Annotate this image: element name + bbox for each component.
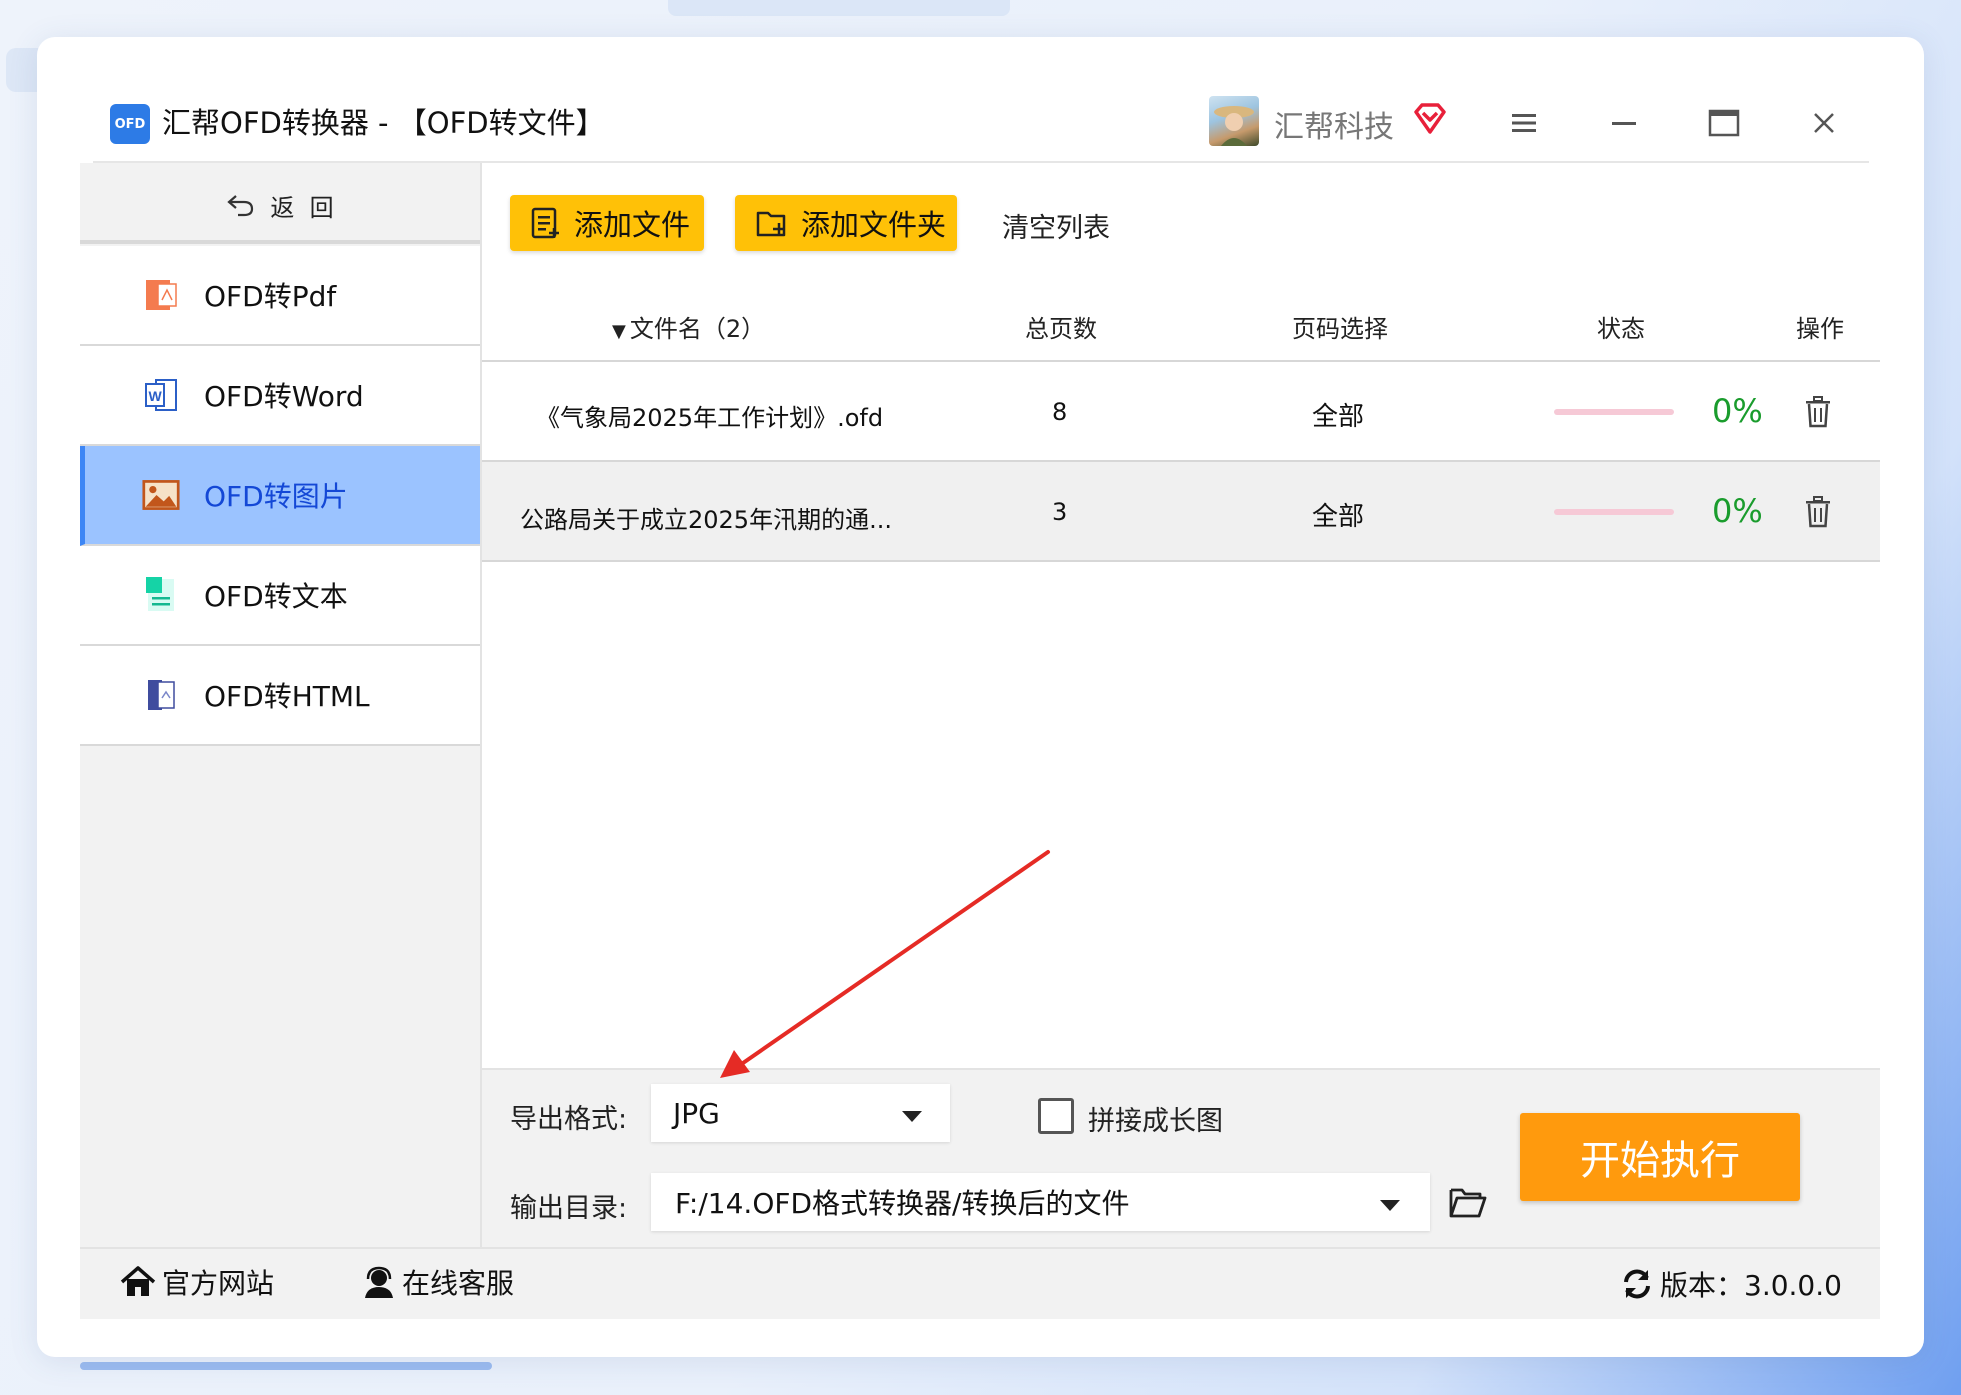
progress-percent: 0% (1712, 492, 1763, 530)
page-count: 3 (1052, 498, 1068, 526)
window-title: 汇帮OFD转换器 - 【OFD转文件】 (162, 106, 605, 140)
svg-text:W: W (149, 388, 163, 404)
close-icon[interactable] (1799, 98, 1849, 148)
chevron-down-icon (902, 1097, 922, 1130)
start-button[interactable]: 开始执行 (1520, 1113, 1800, 1201)
background-bar (668, 0, 1010, 16)
page-count: 8 (1052, 398, 1068, 426)
vip-diamond-icon[interactable] (1410, 100, 1450, 140)
file-name: 《气象局2025年工作计划》.ofd (536, 404, 884, 432)
official-website-link[interactable]: 官方网站 (120, 1262, 274, 1302)
back-label: 返 回 (270, 193, 334, 222)
sidebar-item-label: OFD转图片 (204, 480, 348, 513)
format-select[interactable]: JPG (651, 1084, 950, 1142)
format-label: 导出格式: (510, 1104, 628, 1135)
avatar[interactable] (1209, 96, 1259, 146)
column-header-page-select: 页码选择 (1292, 315, 1388, 343)
stitch-label: 拼接成长图 (1088, 1106, 1223, 1137)
online-support-link[interactable]: 在线客服 (362, 1262, 514, 1302)
home-icon (120, 1266, 156, 1296)
sidebar-divider (80, 240, 480, 244)
delete-icon[interactable] (1804, 396, 1832, 432)
back-arrow-icon (227, 195, 254, 217)
output-dir-label: 输出目录: (510, 1193, 628, 1224)
progress-bar (1554, 409, 1674, 415)
image-icon (142, 476, 180, 514)
open-folder-icon[interactable] (1448, 1184, 1488, 1224)
word-file-icon: W (142, 376, 180, 414)
minimize-icon[interactable] (1599, 98, 1649, 148)
clear-list-button[interactable]: 清空列表 (1002, 206, 1110, 245)
app-logo-icon: OFD (110, 104, 150, 144)
add-folder-button[interactable]: 添加文件夹 (735, 195, 957, 251)
sidebar-item-ofd-to-pdf[interactable]: OFD转Pdf (80, 246, 480, 346)
sidebar-item-ofd-to-text[interactable]: OFD转文本 (80, 546, 480, 646)
sidebar-item-ofd-to-html[interactable]: OFD转HTML (80, 646, 480, 746)
online-support-label: 在线客服 (402, 1267, 515, 1300)
pdf-file-icon (142, 276, 180, 314)
background-bar (80, 1362, 492, 1370)
maximize-icon[interactable] (1699, 98, 1749, 148)
html-file-icon (142, 676, 180, 714)
progress-percent: 0% (1712, 392, 1763, 430)
file-name: 公路局关于成立2025年汛期的通... (520, 506, 892, 534)
headset-icon (365, 1266, 393, 1298)
version-label: 版本：3.0.0.0 (1660, 1269, 1842, 1302)
delete-icon[interactable] (1804, 496, 1832, 532)
text-file-icon (142, 576, 180, 614)
page-select[interactable]: 全部 (1312, 496, 1364, 533)
output-dir-select[interactable]: F:/14.OFD格式转换器/转换后的文件 (651, 1173, 1430, 1231)
output-dir-value: F:/14.OFD格式转换器/转换后的文件 (675, 1187, 1130, 1220)
version-info: 版本：3.0.0.0 (1620, 1264, 1842, 1304)
add-file-button[interactable]: 添加文件 (510, 195, 704, 251)
column-header-pages: 总页数 (1025, 315, 1097, 343)
sidebar-item-ofd-to-word[interactable]: W OFD转Word (80, 346, 480, 446)
chevron-down-icon (1380, 1186, 1400, 1219)
user-name[interactable]: 汇帮科技 (1274, 102, 1394, 146)
column-header-actions: 操作 (1796, 315, 1844, 343)
sidebar-item-label: OFD转Word (204, 380, 364, 413)
column-header-filename[interactable]: ▼ 文件名（2） (612, 309, 765, 344)
page-select[interactable]: 全部 (1312, 396, 1364, 433)
back-button[interactable]: 返 回 (80, 170, 480, 240)
column-header-status: 状态 (1597, 315, 1645, 343)
format-value: JPG (673, 1096, 720, 1130)
add-folder-label: 添加文件夹 (801, 208, 947, 242)
menu-icon[interactable] (1499, 98, 1549, 148)
refresh-icon (1624, 1269, 1650, 1299)
add-file-label: 添加文件 (574, 208, 691, 242)
add-folder-icon (756, 211, 786, 237)
sidebar-item-label: OFD转Pdf (204, 280, 337, 313)
footer (80, 1247, 1880, 1319)
sidebar-item-ofd-to-image[interactable]: OFD转图片 (80, 446, 480, 546)
sort-down-icon: ▼ (612, 321, 626, 342)
sidebar-item-label: OFD转文本 (204, 580, 348, 613)
sidebar-item-label: OFD转HTML (204, 680, 370, 713)
stitch-checkbox[interactable] (1038, 1098, 1074, 1134)
progress-bar (1554, 509, 1674, 515)
annotation-arrow (720, 850, 1050, 1078)
add-file-icon (531, 207, 559, 239)
official-website-label: 官方网站 (162, 1267, 275, 1300)
